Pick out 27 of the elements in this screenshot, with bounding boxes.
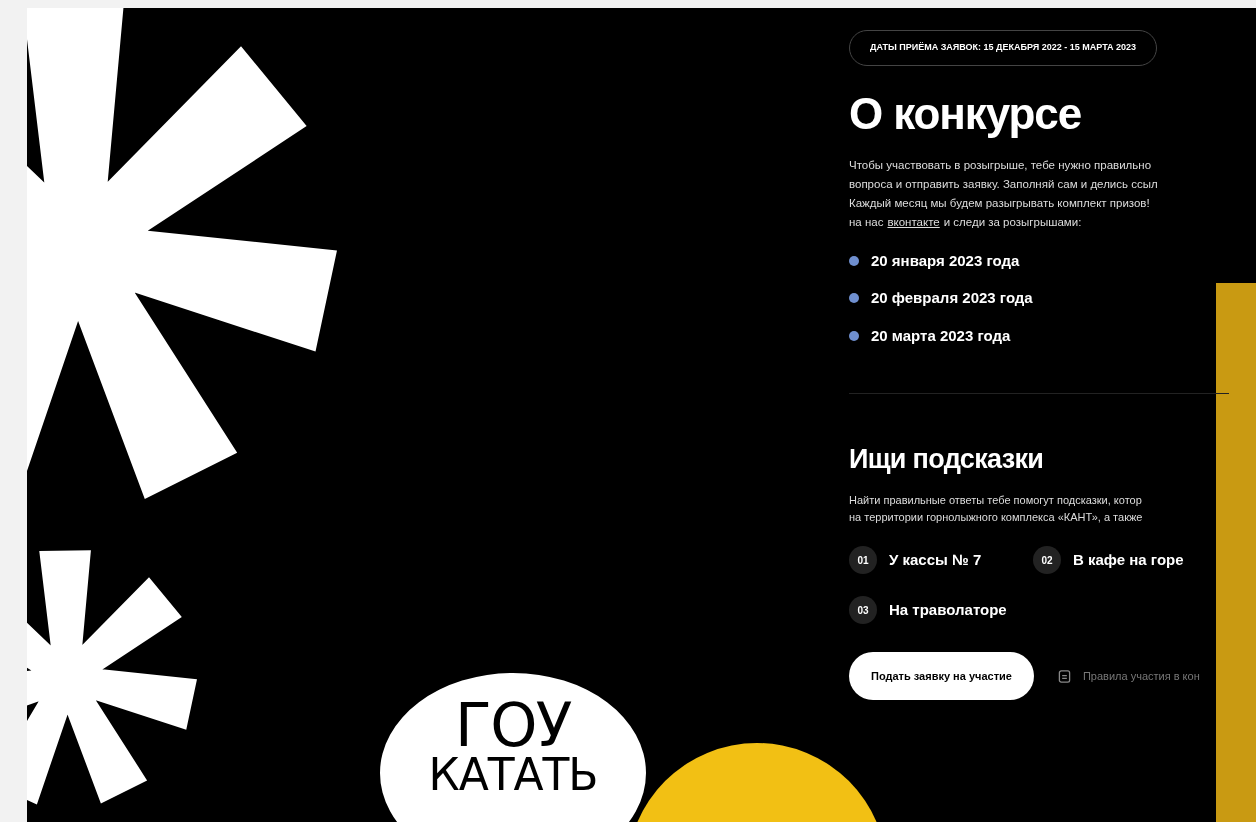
draw-date: 20 марта 2023 года bbox=[871, 325, 1011, 346]
hint-number: 01 bbox=[849, 546, 877, 574]
paragraph-line: Чтобы участвовать в розыгрыше, тебе нужно правильно bbox=[849, 157, 1153, 173]
paragraph-line: вопроса и отправить заявку. Заполняй сам и делись ссыл bbox=[849, 176, 1159, 192]
draw-date: 20 января 2023 года bbox=[871, 250, 1020, 271]
sticker-text: ГОУ bbox=[455, 697, 571, 754]
hint-location: На траволаторе bbox=[889, 599, 1007, 620]
bullet-icon bbox=[849, 255, 859, 266]
draw-date: 20 февраля 2023 года bbox=[871, 288, 1033, 308]
hint-number: 03 bbox=[849, 596, 877, 624]
vk-link[interactable]: вконтакте bbox=[887, 212, 940, 232]
paragraph-line: Найти правильные ответы тебе помогут подсказки, котор bbox=[849, 493, 1143, 508]
hint-location: В кафе на горе bbox=[1073, 549, 1184, 570]
bullet-icon bbox=[849, 293, 859, 304]
document-icon bbox=[1057, 669, 1071, 683]
paragraph-line: Каждый месяц мы будем разыгрывать комплект призов! bbox=[849, 195, 1151, 211]
hint-number: 02 bbox=[1033, 546, 1061, 574]
paragraph-line: на территории горнолыжного комплекса «КАНТ», а также bbox=[849, 510, 1144, 525]
apply-button[interactable]: Подать заявку на участие bbox=[849, 652, 1034, 700]
paragraph-line: и следи за розыгрышами: bbox=[943, 214, 1082, 230]
paragraph-line: на нас bbox=[849, 214, 884, 230]
sticker-text: КАТАТЬ bbox=[428, 754, 598, 796]
section-title: О конкурсе bbox=[849, 91, 1083, 136]
bullet-icon bbox=[849, 330, 859, 341]
section-title: Ищи подсказки bbox=[849, 446, 1045, 473]
hint-location: У кассы № 7 bbox=[889, 549, 982, 570]
rules-link[interactable]: Правила участия в кон bbox=[1057, 667, 1200, 685]
